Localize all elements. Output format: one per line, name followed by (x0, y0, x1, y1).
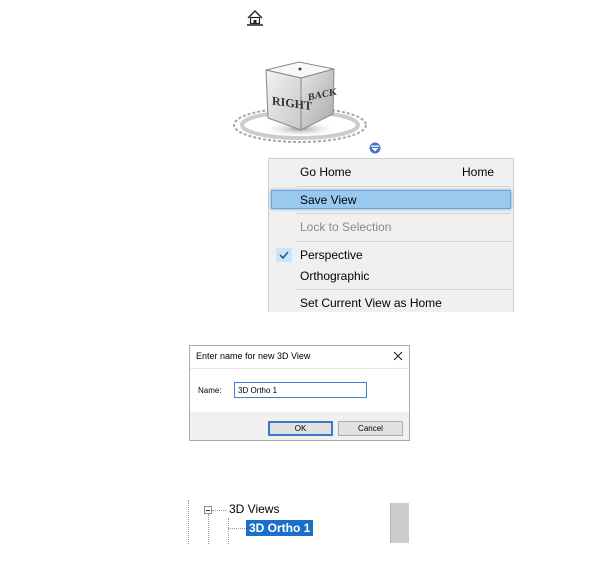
viewcube-context-menu: Go Home Home Save View Lock to Selection… (268, 158, 514, 312)
menu-item-label: Go Home (300, 165, 352, 179)
menu-item-orthographic[interactable]: Orthographic (269, 266, 513, 287)
tree-guide-line (212, 510, 226, 511)
menu-item-label: Set Current View as Home (300, 296, 442, 310)
dialog-titlebar: Enter name for new 3D View (190, 346, 409, 368)
menu-item-perspective[interactable]: Perspective (269, 245, 513, 266)
menu-separator (297, 186, 511, 187)
viewcube-menu-icon[interactable] (368, 141, 382, 154)
menu-item-label: Perspective (300, 248, 363, 262)
menu-item-label: Save View (300, 193, 357, 207)
tree-guide-line (228, 528, 245, 529)
checkmark-icon (276, 248, 292, 262)
menu-separator (297, 213, 511, 214)
home-icon[interactable] (245, 9, 265, 27)
cancel-button[interactable]: Cancel (338, 421, 403, 436)
dialog-title: Enter name for new 3D View (196, 351, 311, 361)
menu-item-set-current-view-as-home[interactable]: Set Current View as Home (269, 293, 513, 314)
menu-item-go-home[interactable]: Go Home Home (269, 162, 513, 183)
project-browser-tree: 3D Views 3D Ortho 1 (188, 500, 418, 544)
menu-item-lock-to-selection[interactable]: Lock to Selection (269, 217, 513, 238)
dialog-body: Name: (190, 368, 409, 412)
tree-node-3d-views[interactable]: 3D Views (229, 502, 279, 517)
menu-item-save-view[interactable]: Save View (271, 190, 511, 209)
tree-guide-line (188, 500, 189, 544)
tree-node-selected-view[interactable]: 3D Ortho 1 (246, 520, 314, 536)
tree-guide-line (228, 518, 229, 544)
tree-guide-line (208, 514, 209, 544)
menu-item-label: Orthographic (300, 269, 370, 283)
menu-item-shortcut: Home (461, 165, 494, 179)
name-label: Name: (198, 386, 222, 395)
menu-separator (297, 241, 511, 242)
close-icon[interactable] (391, 349, 405, 363)
ok-button[interactable]: OK (268, 421, 333, 436)
scrollbar[interactable] (390, 503, 409, 543)
collapse-icon[interactable] (204, 506, 212, 514)
viewcube[interactable]: RIGHT BACK (226, 56, 376, 152)
menu-item-label: Lock to Selection (300, 220, 392, 234)
menu-separator (297, 289, 511, 290)
new-3d-view-dialog: Enter name for new 3D View Name: OK Canc… (189, 345, 410, 441)
name-input[interactable] (234, 382, 367, 398)
